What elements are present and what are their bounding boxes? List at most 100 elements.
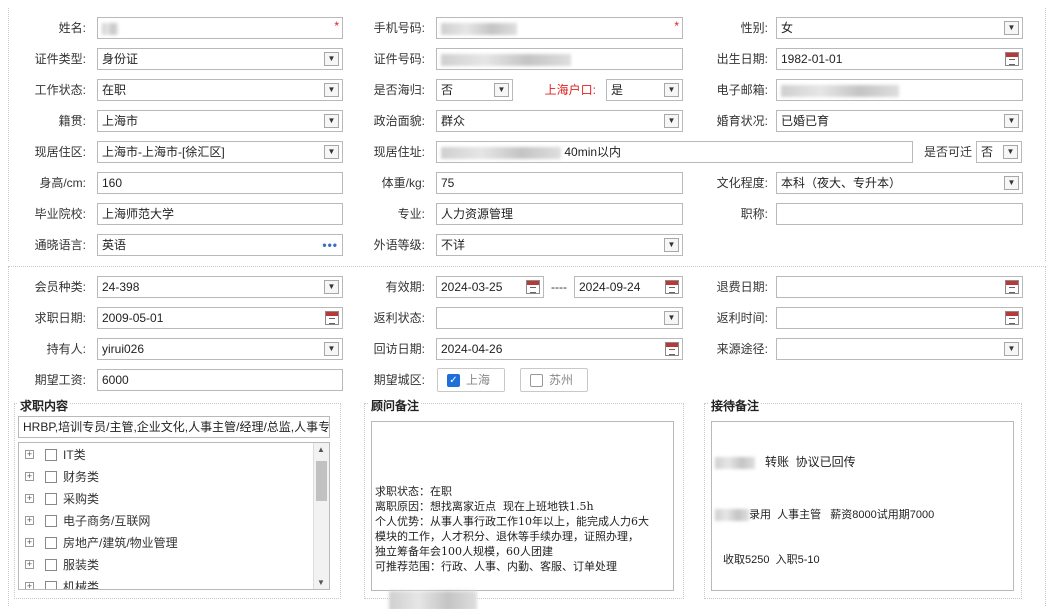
city-option-shanghai[interactable]: ✓ 上海 xyxy=(437,368,505,392)
holder-select[interactable]: yirui026 ▼ xyxy=(97,338,343,360)
political-select[interactable]: 群众 ▼ xyxy=(436,110,683,132)
chevron-down-icon[interactable]: ▼ xyxy=(324,114,339,128)
workstatus-select[interactable]: 在职 ▼ xyxy=(97,79,343,101)
shhukou-select[interactable]: 是 ▼ xyxy=(606,79,683,101)
checkbox[interactable] xyxy=(45,537,57,549)
checkbox[interactable] xyxy=(45,515,57,527)
chevron-down-icon[interactable]: ▼ xyxy=(324,52,339,66)
job-content-heading: 求职内容 xyxy=(18,397,71,414)
rebate-select[interactable]: ▼ xyxy=(436,307,683,329)
chevron-down-icon[interactable]: ▼ xyxy=(1004,21,1019,35)
checkbox[interactable] xyxy=(45,493,57,505)
chevron-down-icon[interactable]: ▼ xyxy=(664,83,679,97)
relocate-select[interactable]: 否 ▼ xyxy=(976,141,1022,163)
source-select[interactable]: ▼ xyxy=(776,338,1023,360)
revisit-date-input[interactable]: 2024-04-26 xyxy=(436,338,683,360)
chevron-down-icon[interactable]: ▼ xyxy=(1004,342,1019,356)
plus-expand-icon[interactable]: + xyxy=(25,538,34,547)
plus-expand-icon[interactable]: + xyxy=(25,560,34,569)
chevron-down-icon[interactable]: ▼ xyxy=(494,83,509,97)
langlevel-select[interactable]: 不详 ▼ xyxy=(436,234,683,256)
reception-notes-textarea[interactable]: 转账 协议已回传 录用 人事主管 薪资8000试用期7000 收取5250 入职… xyxy=(711,421,1014,591)
gender-select[interactable]: 女 ▼ xyxy=(776,17,1023,39)
job-summary-input[interactable]: HRBP,培训专员/主管,企业文化,人事主管/经理/总监,人事专 xyxy=(18,416,330,438)
calendar-icon[interactable] xyxy=(1005,52,1019,66)
plus-expand-icon[interactable]: + xyxy=(25,516,34,525)
idno-input[interactable] xyxy=(436,48,683,70)
checkbox[interactable] xyxy=(45,471,57,483)
consultant-notes-textarea[interactable]: 求职状态：在职 离职原因：想找离家近点 现在上班地铁1.5h 个人优势：从事人事… xyxy=(371,421,674,609)
valid-to-value: 2024-09-24 xyxy=(579,280,641,294)
email-input[interactable] xyxy=(776,79,1023,101)
jobdate-input[interactable]: 2009-05-01 xyxy=(97,307,343,329)
chevron-down-icon[interactable]: ▼ xyxy=(324,83,339,97)
title-input[interactable] xyxy=(776,203,1023,225)
more-icon[interactable]: ••• xyxy=(322,235,338,255)
tree-node-realestate[interactable]: + 房地产/建筑/物业管理 xyxy=(19,532,329,554)
workstatus-value: 在职 xyxy=(102,83,127,97)
valid-from-input[interactable]: 2024-03-25 xyxy=(436,276,544,298)
idtype-label: 证件类型: xyxy=(34,52,86,66)
scroll-up-icon[interactable]: ▲ xyxy=(317,445,325,454)
chevron-down-icon[interactable]: ▼ xyxy=(324,280,339,294)
valid-to-input[interactable]: 2024-09-24 xyxy=(574,276,683,298)
chevron-down-icon[interactable]: ▼ xyxy=(1004,176,1019,190)
height-input[interactable]: 160 xyxy=(97,172,343,194)
calendar-icon[interactable] xyxy=(665,342,679,356)
job-category-tree[interactable]: + IT类 + 财务类 + 采购类 + 电子商务/互联网 + 房地产/建筑/物业管理 + 服… xyxy=(18,442,330,590)
residence-select[interactable]: 上海市-上海市-[徐汇区] ▼ xyxy=(97,141,343,163)
marital-label: 婚育状况: xyxy=(716,114,768,128)
tree-node-ecommerce[interactable]: + 电子商务/互联网 xyxy=(19,510,329,532)
plus-expand-icon[interactable]: + xyxy=(25,494,34,503)
plus-expand-icon[interactable]: + xyxy=(25,450,34,459)
chevron-down-icon[interactable]: ▼ xyxy=(1003,145,1018,159)
scroll-thumb[interactable] xyxy=(316,461,327,501)
major-input[interactable]: 人力资源管理 xyxy=(436,203,683,225)
member-type-select[interactable]: 24-398 ▼ xyxy=(97,276,343,298)
plus-expand-icon[interactable]: + xyxy=(25,582,34,589)
checkbox[interactable] xyxy=(45,449,57,461)
school-input[interactable]: 上海师范大学 xyxy=(97,203,343,225)
chevron-down-icon[interactable]: ▼ xyxy=(664,114,679,128)
education-value: 本科（夜大、专升本） xyxy=(781,176,902,190)
tree-node-it[interactable]: + IT类 xyxy=(19,444,329,466)
calendar-icon[interactable] xyxy=(665,280,679,294)
tree-node-apparel[interactable]: + 服装类 xyxy=(19,554,329,576)
native-select[interactable]: 上海市 ▼ xyxy=(97,110,343,132)
returnee-select[interactable]: 否 ▼ xyxy=(436,79,513,101)
language-value: 英语 xyxy=(102,238,127,252)
chevron-down-icon[interactable]: ▼ xyxy=(664,311,679,325)
name-input[interactable]: * xyxy=(97,17,343,39)
rebatetime-input[interactable] xyxy=(776,307,1023,329)
education-select[interactable]: 本科（夜大、专升本） ▼ xyxy=(776,172,1023,194)
shhukou-label: 上海户口: xyxy=(544,83,596,97)
weight-input[interactable]: 75 xyxy=(436,172,683,194)
calendar-icon[interactable] xyxy=(526,280,540,294)
chevron-down-icon[interactable]: ▼ xyxy=(1004,114,1019,128)
tree-node-purchasing[interactable]: + 采购类 xyxy=(19,488,329,510)
refund-date-input[interactable] xyxy=(776,276,1023,298)
mobile-input[interactable]: * xyxy=(436,17,683,39)
scroll-down-icon[interactable]: ▼ xyxy=(317,578,325,587)
plus-expand-icon[interactable]: + xyxy=(25,472,34,481)
salary-input[interactable]: 6000 xyxy=(97,369,343,391)
city-option-suzhou[interactable]: 苏州 xyxy=(520,368,588,392)
address-input[interactable]: 40min以内 xyxy=(436,141,913,163)
calendar-icon[interactable] xyxy=(325,311,339,325)
tree-node-machinery[interactable]: + 机械类 xyxy=(19,576,329,589)
language-picker[interactable]: 英语 ••• xyxy=(97,234,343,256)
tree-scrollbar[interactable]: ▲ ▼ xyxy=(313,443,329,589)
reception-line-2-text: 录用 人事主管 薪资8000试用期7000 xyxy=(749,509,935,521)
tree-node-finance[interactable]: + 财务类 xyxy=(19,466,329,488)
calendar-icon[interactable] xyxy=(1005,311,1019,325)
checkbox[interactable] xyxy=(45,559,57,571)
marital-select[interactable]: 已婚已育 ▼ xyxy=(776,110,1023,132)
calendar-icon[interactable] xyxy=(1005,280,1019,294)
checkbox[interactable] xyxy=(45,581,57,589)
chevron-down-icon[interactable]: ▼ xyxy=(664,238,679,252)
chevron-down-icon[interactable]: ▼ xyxy=(324,342,339,356)
category-label: IT类 xyxy=(63,448,86,462)
birth-date-input[interactable]: 1982-01-01 xyxy=(776,48,1023,70)
chevron-down-icon[interactable]: ▼ xyxy=(324,145,339,159)
idtype-select[interactable]: 身份证 ▼ xyxy=(97,48,343,70)
